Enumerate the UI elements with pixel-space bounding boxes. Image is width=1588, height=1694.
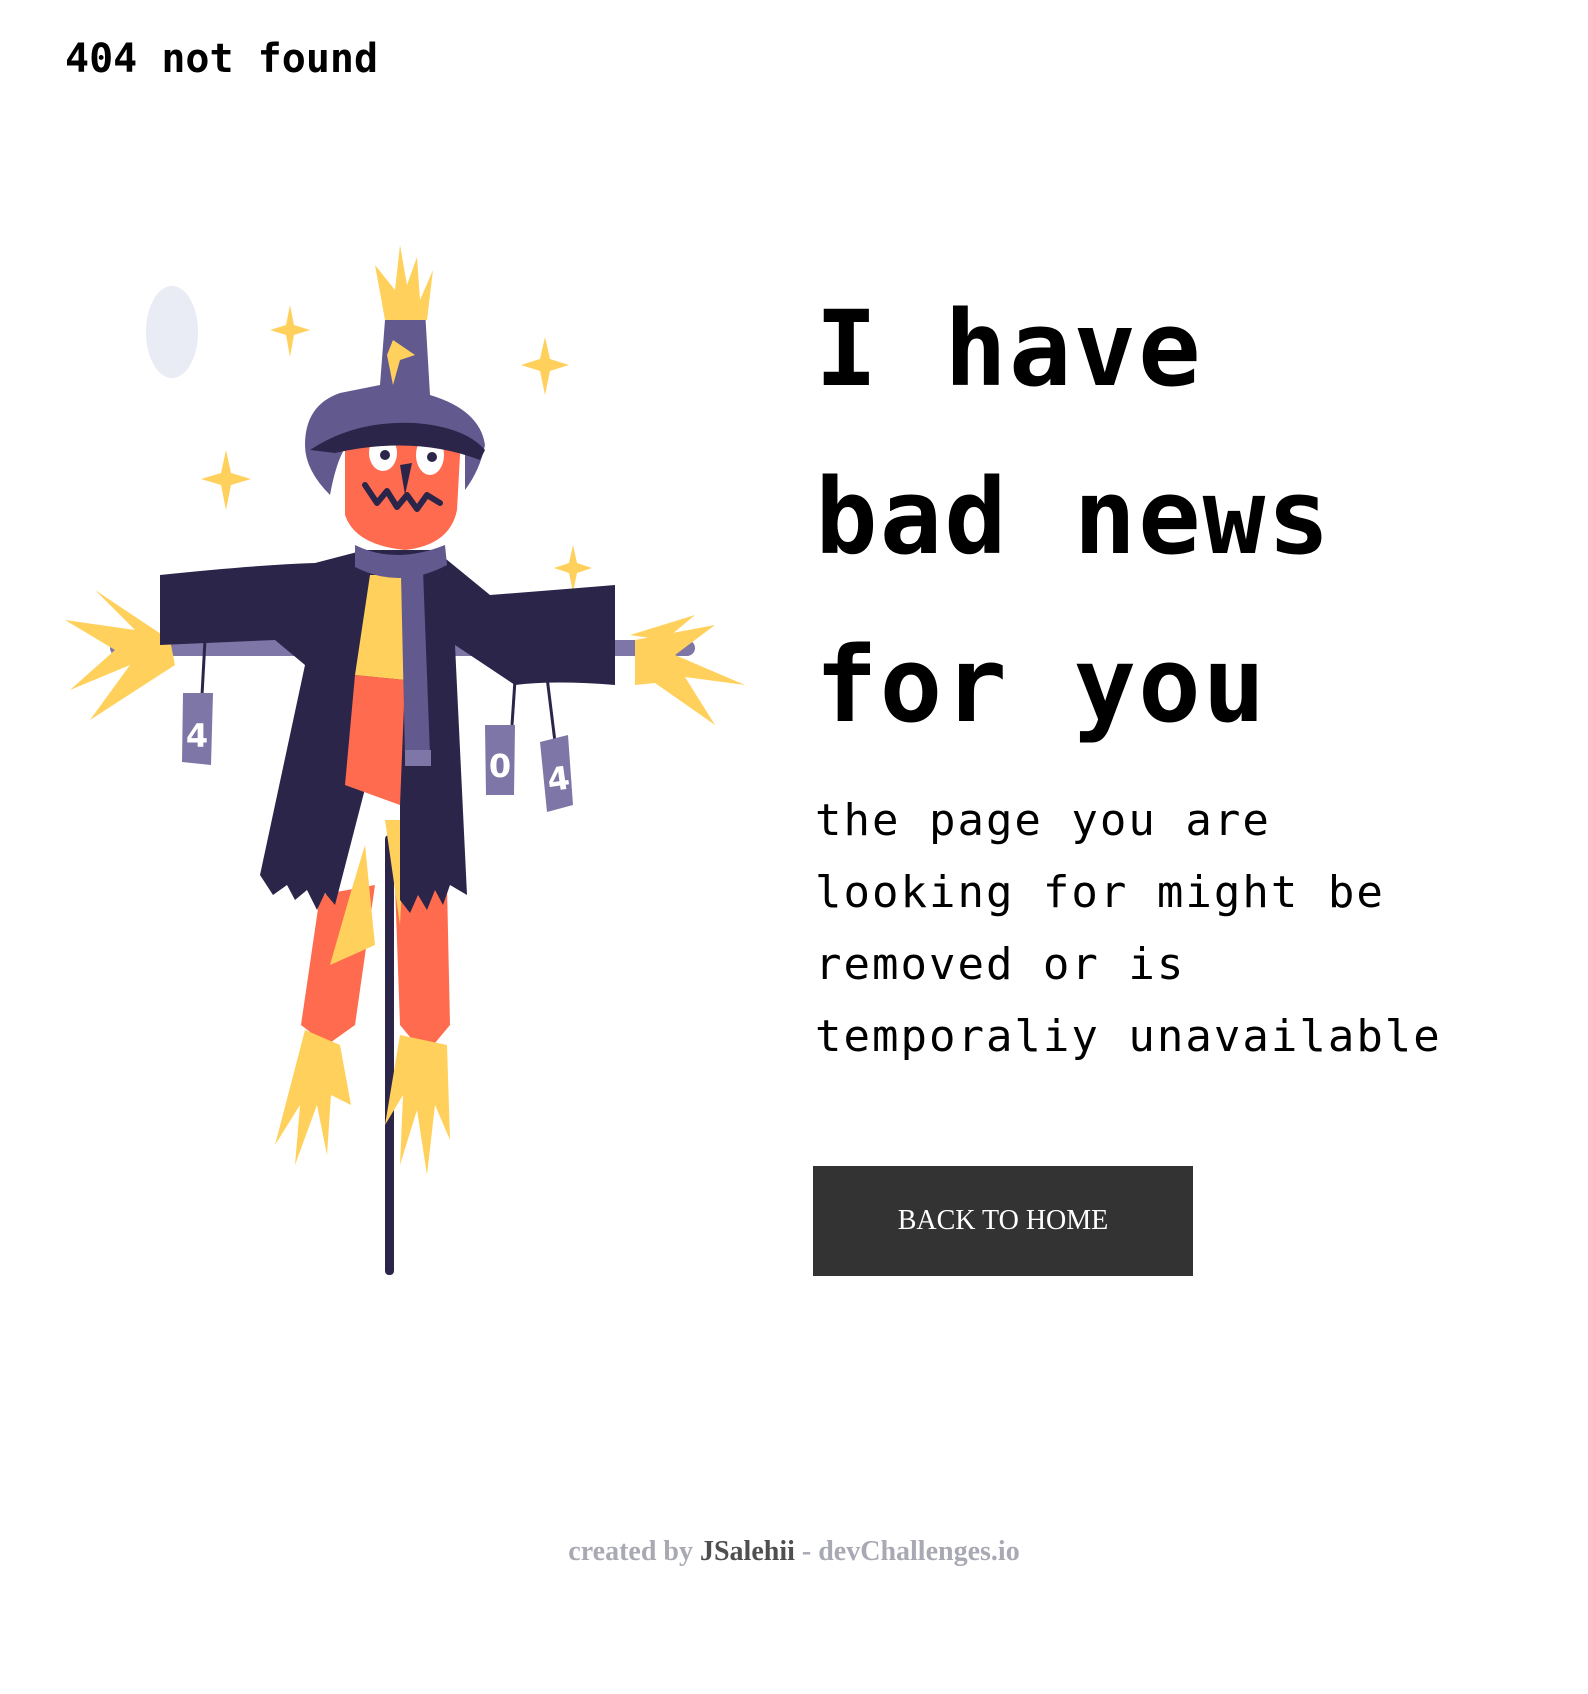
headline-line: for you bbox=[815, 624, 1268, 746]
footer-prefix: created by bbox=[568, 1536, 693, 1567]
hat-straw bbox=[375, 245, 433, 320]
headline-line: I have bbox=[815, 288, 1203, 410]
scarecrow-illustration: 4 0 4 bbox=[65, 245, 745, 1275]
footer-credits: created by JSalehii - devChallenges.io bbox=[0, 1536, 1588, 1568]
footer-site-link[interactable]: devChallenges.io bbox=[818, 1536, 1019, 1567]
footer-author-link[interactable]: JSalehii bbox=[700, 1536, 795, 1567]
can-right: 4 bbox=[540, 735, 573, 812]
straw-feet bbox=[275, 1030, 450, 1175]
message-line: removed or is bbox=[815, 939, 1186, 990]
can-left-label: 4 bbox=[186, 717, 208, 755]
footer-separator: - bbox=[801, 1536, 812, 1567]
error-message: the page you are looking for might be re… bbox=[815, 785, 1555, 1073]
message-line: the page you are bbox=[815, 795, 1271, 846]
can-middle-label: 0 bbox=[489, 747, 511, 785]
headline-line: bad news bbox=[815, 456, 1332, 578]
message-line: temporaliy unavailable bbox=[815, 1011, 1442, 1062]
headline: I have bad news for you bbox=[815, 265, 1555, 769]
moon-shape bbox=[146, 286, 198, 378]
pole bbox=[385, 835, 394, 1275]
back-to-home-button[interactable]: BACK TO HOME bbox=[813, 1166, 1193, 1276]
can-left: 4 bbox=[182, 693, 213, 765]
site-brand[interactable]: 404 not found bbox=[65, 36, 378, 82]
message-line: looking for might be bbox=[815, 867, 1385, 918]
can-middle: 0 bbox=[485, 725, 515, 795]
